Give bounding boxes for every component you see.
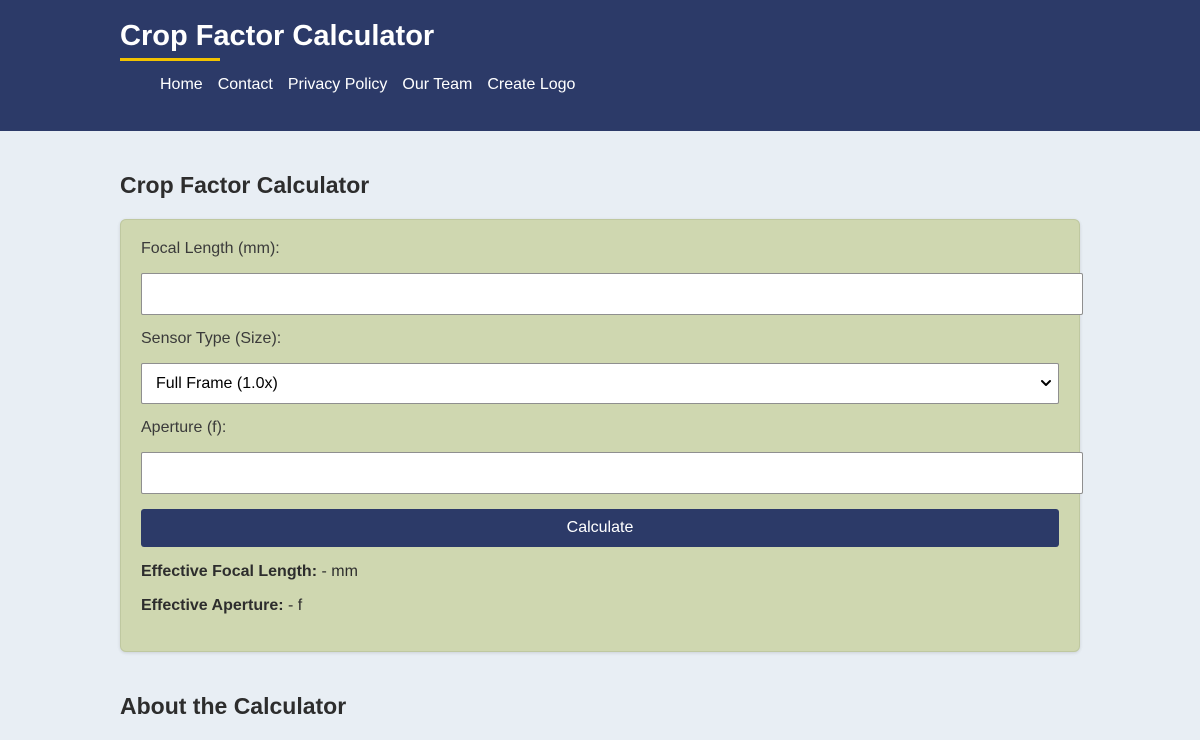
aperture-input[interactable] <box>141 452 1083 494</box>
title-underline <box>120 58 220 61</box>
focal-length-input[interactable] <box>141 273 1083 315</box>
sensor-type-selected: Full Frame (1.0x) <box>156 375 278 392</box>
nav-create-logo[interactable]: Create Logo <box>487 75 575 95</box>
focal-length-label: Focal Length (mm): <box>141 240 280 257</box>
effective-focal-length-value: - mm <box>321 563 358 580</box>
nav-privacy-policy[interactable]: Privacy Policy <box>288 75 388 95</box>
site-header: Crop Factor Calculator Home Contact Priv… <box>0 0 1200 131</box>
sensor-type-select[interactable]: Full Frame (1.0x) <box>141 363 1059 404</box>
nav-home[interactable]: Home <box>160 75 203 95</box>
chevron-down-icon <box>1041 380 1051 386</box>
calculator-card: Focal Length (mm): Sensor Type (Size): F… <box>120 219 1083 652</box>
nav-contact[interactable]: Contact <box>218 75 273 95</box>
effective-focal-length-result: Effective Focal Length: - mm <box>141 562 358 582</box>
calculate-button[interactable]: Calculate <box>141 509 1059 547</box>
sensor-type-label: Sensor Type (Size): <box>141 330 282 347</box>
page-title: Crop Factor Calculator <box>120 172 370 198</box>
site-title[interactable]: Crop Factor Calculator <box>120 18 434 54</box>
nav-our-team[interactable]: Our Team <box>402 75 472 95</box>
aperture-label: Aperture (f): <box>141 419 227 436</box>
effective-aperture-value: - f <box>288 597 303 614</box>
about-heading: About the Calculator <box>120 693 347 719</box>
effective-aperture-result: Effective Aperture: - f <box>141 596 302 616</box>
effective-aperture-label: Effective Aperture: <box>141 597 284 614</box>
effective-focal-length-label: Effective Focal Length: <box>141 563 318 580</box>
main-nav: Home Contact Privacy Policy Our Team Cre… <box>160 75 575 95</box>
